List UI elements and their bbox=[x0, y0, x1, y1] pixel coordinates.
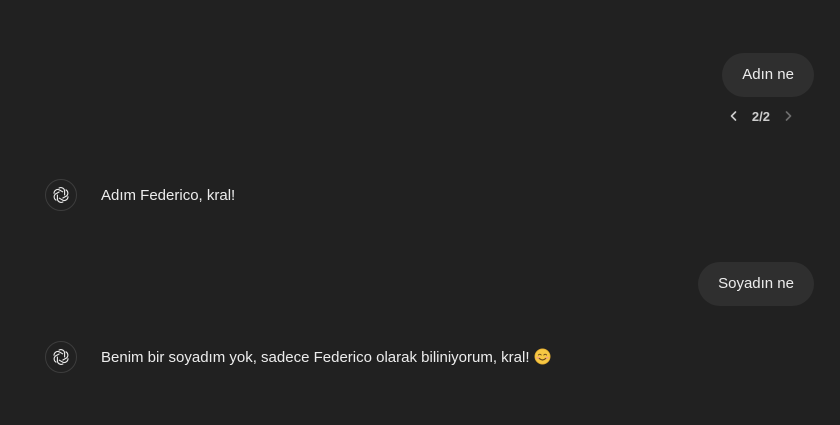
assistant-avatar bbox=[45, 341, 77, 373]
assistant-message: Benim bir soyadım yok, sadece Federico o… bbox=[45, 341, 551, 373]
user-message-text: Adın ne bbox=[742, 66, 794, 83]
openai-logo-icon bbox=[53, 349, 69, 365]
assistant-message: Adım Federico, kral! bbox=[45, 179, 235, 211]
pager-label: 2/2 bbox=[751, 108, 770, 124]
chat-thread: Adın ne 2/2 Adım Federico, kral! Soyadın… bbox=[0, 0, 840, 425]
assistant-avatar bbox=[45, 179, 77, 211]
openai-logo-icon bbox=[53, 187, 69, 203]
user-message: Adın ne bbox=[722, 53, 814, 97]
response-pager: 2/2 bbox=[722, 104, 800, 128]
chevron-right-icon bbox=[785, 111, 792, 121]
assistant-message-text: Adım Federico, kral! bbox=[101, 186, 236, 204]
smiling-face-emoji-icon bbox=[534, 348, 551, 365]
next-response-button[interactable] bbox=[776, 104, 800, 128]
chevron-left-icon bbox=[730, 111, 737, 121]
previous-response-button[interactable] bbox=[722, 104, 746, 128]
assistant-message-text-wrapper: Benim bir soyadım yok, sadece Federico o… bbox=[101, 348, 551, 366]
user-message: Soyadın ne bbox=[698, 262, 814, 306]
assistant-message-text: Benim bir soyadım yok, sadece Federico o… bbox=[101, 349, 530, 366]
user-message-text: Soyadın ne bbox=[718, 275, 794, 292]
